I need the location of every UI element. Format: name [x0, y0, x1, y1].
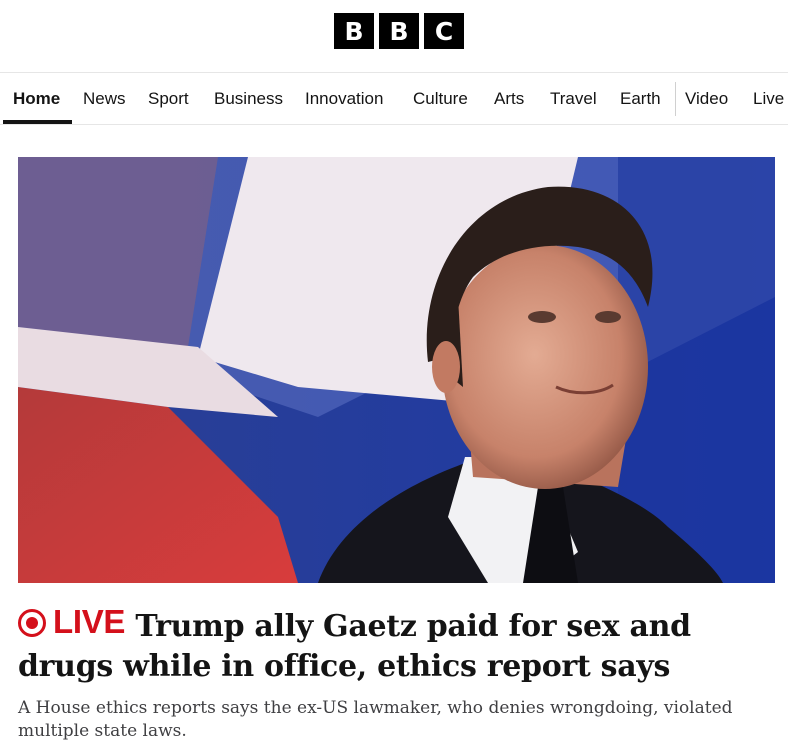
nav-item-home[interactable]: Home — [13, 73, 60, 124]
nav-divider — [675, 82, 676, 116]
logo-letter-3: C — [424, 13, 464, 49]
masthead: B B C — [0, 0, 788, 72]
nav-item-culture[interactable]: Culture — [413, 73, 468, 124]
nav-item-innovation[interactable]: Innovation — [305, 73, 383, 124]
hero-photo-illustration — [18, 157, 775, 583]
live-badge: LIVE — [18, 602, 125, 642]
nav-active-indicator — [3, 120, 72, 124]
nav-item-video[interactable]: Video — [685, 73, 728, 124]
nav-item-news[interactable]: News — [83, 73, 126, 124]
main-nav: Home News Sport Business Innovation Cult… — [0, 72, 788, 125]
story-summary: A House ethics reports says the ex-US la… — [18, 698, 733, 741]
logo-letter-1: B — [334, 13, 374, 49]
nav-item-arts[interactable]: Arts — [494, 73, 524, 124]
live-label: LIVE — [53, 603, 126, 640]
nav-item-earth[interactable]: Earth — [620, 73, 661, 124]
nav-item-business[interactable]: Business — [214, 73, 283, 124]
logo-letter-2: B — [379, 13, 419, 49]
story-headline[interactable]: LIVE Trump ally Gaetz paid for sex and d… — [18, 602, 778, 687]
live-dot-icon — [18, 609, 46, 637]
nav-item-travel[interactable]: Travel — [550, 73, 597, 124]
nav-item-live[interactable]: Live — [753, 73, 784, 124]
nav-item-sport[interactable]: Sport — [148, 73, 189, 124]
bbc-logo[interactable]: B B C — [334, 13, 464, 49]
hero-image[interactable] — [18, 157, 775, 583]
